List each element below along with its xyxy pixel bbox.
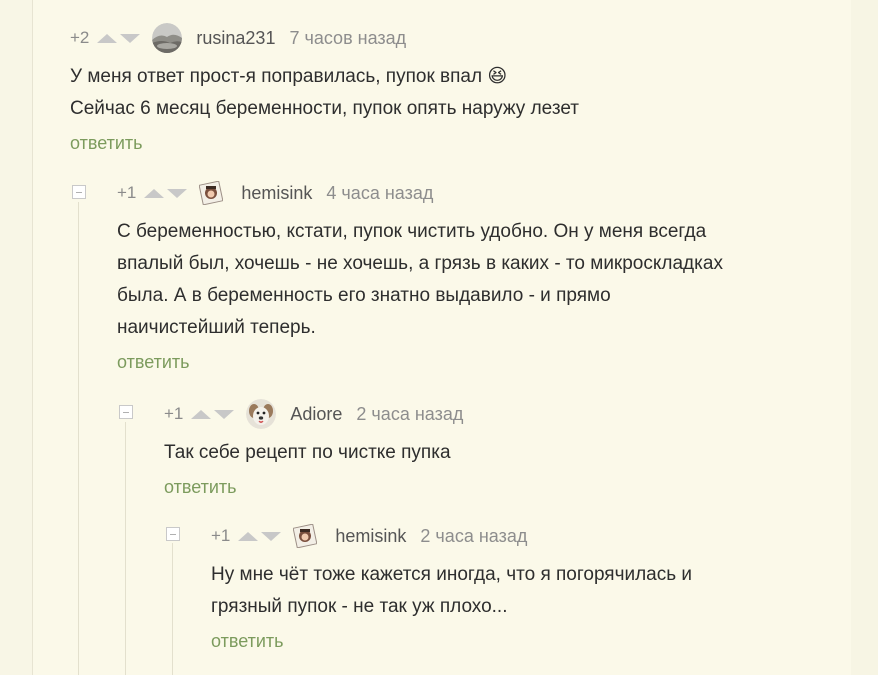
downvote-icon[interactable] (120, 33, 141, 43)
comment: +2 rusina231 7 часов назад У меня ответ … (70, 23, 830, 154)
comment-text-line: С беременностью, кстати, пупок чистить у… (117, 221, 707, 242)
thread-line[interactable] (125, 422, 126, 675)
downvote-icon[interactable] (261, 531, 282, 541)
comment-text: Так себе рецепт по чистке пупка (164, 437, 814, 469)
cartoon-avatar-icon[interactable] (199, 181, 224, 205)
collapse-thread-button[interactable] (72, 185, 86, 199)
comment: +1 hemisink 4 часа назад С беременностью… (117, 178, 817, 373)
comment-rating: +2 (70, 28, 90, 47)
comment-header: +1 hemisink 2 часа назад (211, 521, 811, 551)
reply-link[interactable]: ответить (164, 477, 237, 498)
comment: +1 Adiore 2 часа назад Так себе рецепт п… (164, 399, 814, 498)
comment-text-line: была. А в беременность его знатно выдави… (117, 285, 611, 306)
upvote-icon[interactable] (97, 33, 118, 43)
comment-text-line: Сейчас 6 месяц беременности, пупок опять… (70, 98, 579, 119)
comment-text-line: грязный пупок - не так уж плохо... (211, 596, 508, 617)
comment-header: +2 rusina231 7 часов назад (70, 23, 830, 53)
comment-timestamp[interactable]: 7 часов назад (289, 28, 406, 49)
comment-text-line: Ну мне чёт тоже кажется иногда, что я по… (211, 564, 693, 585)
thread-line[interactable] (172, 543, 173, 675)
comment-rating: +1 (117, 183, 137, 202)
landscape-avatar-icon[interactable] (152, 23, 183, 53)
comment-timestamp[interactable]: 2 часа назад (356, 404, 463, 425)
comment-timestamp[interactable]: 4 часа назад (326, 183, 433, 204)
comment-username[interactable]: Adiore (290, 404, 342, 425)
dog-avatar-icon[interactable] (246, 399, 277, 429)
upvote-icon[interactable] (238, 531, 259, 541)
downvote-icon[interactable] (214, 409, 235, 419)
comment-header: +1 Adiore 2 часа назад (164, 399, 814, 429)
downvote-icon[interactable] (167, 188, 188, 198)
reply-link[interactable]: ответить (211, 631, 284, 652)
comment-rating: +1 (164, 404, 184, 423)
comment-text-line: Так себе рецепт по чистке пупка (164, 442, 451, 463)
comment-text-line: наичистейший теперь. (117, 317, 316, 338)
comment-text-line: впалый был, хочешь - не хочешь, а грязь … (117, 253, 723, 274)
comment-text-line: У меня ответ прост-я поправилась, пупок … (70, 66, 508, 87)
page-right-margin (851, 0, 878, 675)
comment-text: У меня ответ прост-я поправилась, пупок … (70, 61, 830, 125)
cartoon-avatar-icon[interactable] (293, 524, 318, 548)
comment-username[interactable]: rusina231 (196, 28, 275, 49)
comment: +1 hemisink 2 часа назад Ну мне чёт тоже… (211, 521, 811, 652)
comment-text: Ну мне чёт тоже кажется иногда, что я по… (211, 559, 811, 623)
comment-rating: +1 (211, 526, 231, 545)
collapse-thread-button[interactable] (119, 405, 133, 419)
upvote-icon[interactable] (144, 188, 165, 198)
reply-link[interactable]: ответить (117, 352, 190, 373)
comment-header: +1 hemisink 4 часа назад (117, 178, 817, 208)
upvote-icon[interactable] (191, 409, 212, 419)
comment-username[interactable]: hemisink (241, 183, 312, 204)
comment-text: С беременностью, кстати, пупок чистить у… (117, 216, 817, 344)
reply-link[interactable]: ответить (70, 133, 143, 154)
comment-username[interactable]: hemisink (335, 526, 406, 547)
collapse-thread-button[interactable] (166, 527, 180, 541)
comment-timestamp[interactable]: 2 часа назад (420, 526, 527, 547)
thread-line[interactable] (78, 202, 79, 675)
